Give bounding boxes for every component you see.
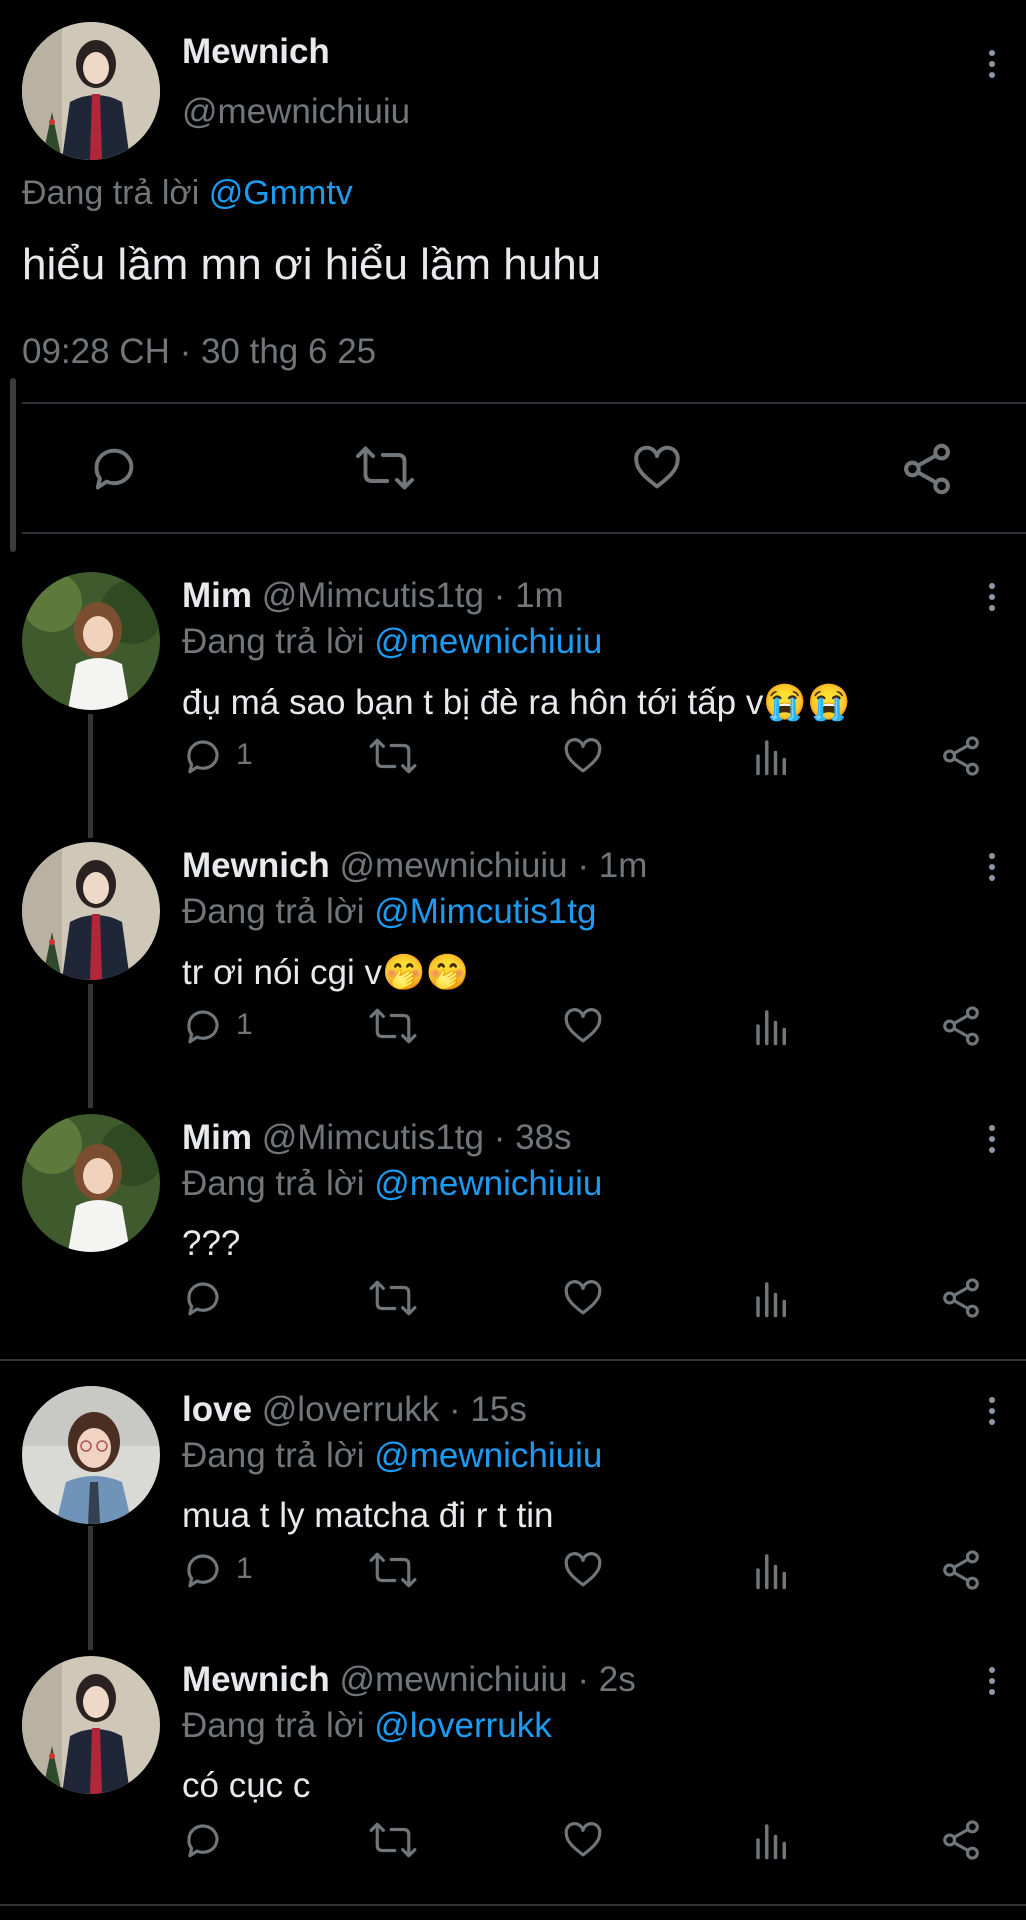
like-icon[interactable] xyxy=(562,1277,604,1319)
views-icon[interactable] xyxy=(754,1549,790,1591)
share-icon[interactable] xyxy=(940,1277,982,1319)
avatar[interactable] xyxy=(22,22,160,160)
more-options-icon[interactable] xyxy=(987,853,997,886)
replying-prefix: Đang trả lời xyxy=(182,1436,365,1475)
emoji: 🤭🤭 xyxy=(381,953,470,992)
more-options-icon[interactable] xyxy=(987,1397,997,1430)
display-name[interactable]: Mim xyxy=(182,576,252,615)
avatar[interactable] xyxy=(22,572,160,710)
tweet-text: ??? xyxy=(182,1224,241,1263)
divider xyxy=(22,402,1026,404)
retweet-icon[interactable] xyxy=(368,1005,418,1047)
like-icon[interactable] xyxy=(562,1549,604,1591)
tweet-text: đụ má sao bạn t bị đè ra hôn tới tấp v😭😭 xyxy=(182,683,851,722)
avatar[interactable] xyxy=(22,1656,160,1794)
more-options-icon[interactable] xyxy=(987,1125,997,1158)
views-icon[interactable] xyxy=(754,735,790,777)
retweet-icon[interactable] xyxy=(368,735,418,777)
reply-icon[interactable] xyxy=(182,1005,224,1047)
views-icon[interactable] xyxy=(754,1005,790,1047)
divider xyxy=(22,532,1026,534)
handle-time[interactable]: @mewnichiuiu · 1m xyxy=(340,846,648,885)
replying-to-line: Đang trả lời @mewnichiuiu xyxy=(182,1164,602,1204)
author-line: love @loverrukk · 15s xyxy=(182,1390,527,1430)
views-icon[interactable] xyxy=(754,1277,790,1319)
reply-count: 1 xyxy=(236,1552,253,1585)
reply-count: 1 xyxy=(236,738,253,771)
avatar[interactable] xyxy=(22,1386,160,1524)
handle-time[interactable]: @Mimcutis1tg · 1m xyxy=(262,576,564,615)
replying-to-link[interactable]: @Mimcutis1tg xyxy=(374,892,596,931)
divider xyxy=(0,1904,1026,1906)
replying-to-link[interactable]: @loverrukk xyxy=(374,1706,552,1745)
handle[interactable]: @mewnichiuiu xyxy=(182,92,410,132)
author-line: Mewnich @mewnichiuiu · 2s xyxy=(182,1660,636,1700)
avatar[interactable] xyxy=(22,1114,160,1252)
replying-prefix: Đang trả lời xyxy=(182,892,365,931)
replying-to-line: Đang trả lời @mewnichiuiu xyxy=(182,1436,602,1476)
reply-icon[interactable] xyxy=(182,1549,224,1591)
reply-count: 1 xyxy=(236,1008,253,1041)
share-icon[interactable] xyxy=(940,735,982,777)
retweet-icon[interactable] xyxy=(368,1277,418,1319)
tweet-text: có cục c xyxy=(182,1766,311,1805)
display-name[interactable]: love xyxy=(182,1390,252,1429)
display-name[interactable]: Mim xyxy=(182,1118,252,1157)
scroll-indicator[interactable] xyxy=(10,378,16,552)
tweet-text: hiểu lầm mn ơi hiểu lầm huhu xyxy=(22,240,602,289)
thread-line xyxy=(88,1526,93,1650)
like-icon[interactable] xyxy=(630,442,684,494)
views-icon[interactable] xyxy=(754,1819,790,1861)
handle-time[interactable]: @Mimcutis1tg · 38s xyxy=(262,1118,572,1157)
tweet-text: mua t ly matcha đi r t tin xyxy=(182,1496,554,1535)
more-options-icon[interactable] xyxy=(987,50,997,83)
retweet-icon[interactable] xyxy=(354,442,416,494)
thread-line xyxy=(88,714,93,838)
display-name[interactable]: Mewnich xyxy=(182,32,330,72)
like-icon[interactable] xyxy=(562,1005,604,1047)
reply-icon[interactable] xyxy=(182,1819,224,1861)
share-icon[interactable] xyxy=(940,1005,982,1047)
author-line: Mim @Mimcutis1tg · 1m xyxy=(182,576,564,616)
replying-to-link[interactable]: @mewnichiuiu xyxy=(374,622,602,661)
display-name[interactable]: Mewnich xyxy=(182,846,330,885)
share-icon[interactable] xyxy=(940,1819,982,1861)
display-name[interactable]: Mewnich xyxy=(182,1660,330,1699)
retweet-icon[interactable] xyxy=(368,1549,418,1591)
replying-prefix: Đang trả lời xyxy=(182,1706,365,1745)
emoji: 😭😭 xyxy=(763,683,851,722)
replying-prefix: Đang trả lời xyxy=(182,1164,365,1203)
author-line: Mim @Mimcutis1tg · 38s xyxy=(182,1118,572,1158)
share-icon[interactable] xyxy=(900,442,954,496)
replying-to-link[interactable]: @Gmmtv xyxy=(209,174,353,212)
retweet-icon[interactable] xyxy=(368,1819,418,1861)
replying-to-line: Đang trả lời @Gmmtv xyxy=(22,174,353,213)
more-options-icon[interactable] xyxy=(987,583,997,616)
replying-to-line: Đang trả lời @loverrukk xyxy=(182,1706,552,1746)
thread-line xyxy=(88,984,93,1108)
reply-icon[interactable] xyxy=(182,735,224,777)
replying-prefix: Đang trả lời xyxy=(22,174,200,212)
avatar[interactable] xyxy=(22,842,160,980)
like-icon[interactable] xyxy=(562,1819,604,1861)
tweet-text: tr ơi nói cgi v🤭🤭 xyxy=(182,953,470,992)
replying-to-line: Đang trả lời @mewnichiuiu xyxy=(182,622,602,662)
handle-time[interactable]: @mewnichiuiu · 2s xyxy=(340,1660,636,1699)
more-options-icon[interactable] xyxy=(987,1667,997,1700)
divider xyxy=(0,1359,1026,1361)
share-icon[interactable] xyxy=(940,1549,982,1591)
replying-to-link[interactable]: @mewnichiuiu xyxy=(374,1164,602,1203)
replying-to-link[interactable]: @mewnichiuiu xyxy=(374,1436,602,1475)
timestamp[interactable]: 09:28 CH · 30 thg 6 25 xyxy=(22,332,376,372)
author-line: Mewnich @mewnichiuiu · 1m xyxy=(182,846,647,886)
like-icon[interactable] xyxy=(562,735,604,777)
handle-time[interactable]: @loverrukk · 15s xyxy=(262,1390,527,1429)
replying-prefix: Đang trả lời xyxy=(182,622,365,661)
reply-icon[interactable] xyxy=(88,442,140,494)
reply-icon[interactable] xyxy=(182,1277,224,1319)
replying-to-line: Đang trả lời @Mimcutis1tg xyxy=(182,892,596,932)
